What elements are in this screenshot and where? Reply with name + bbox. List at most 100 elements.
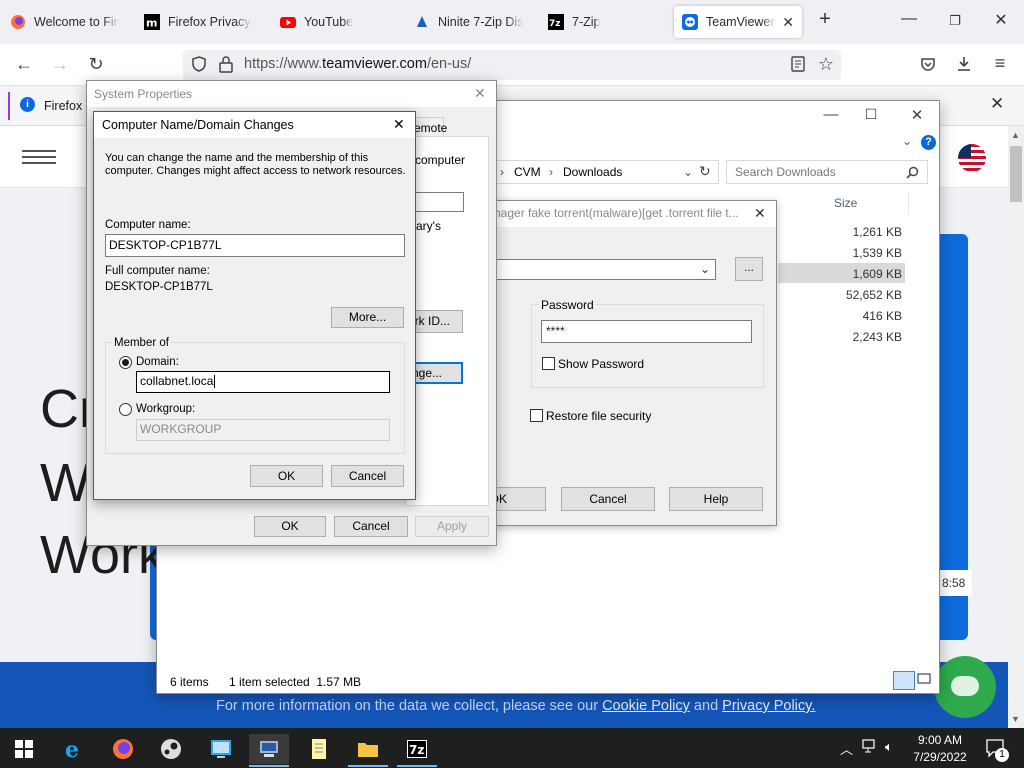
svg-text:e: e: [65, 737, 79, 761]
firefox-taskbar-icon[interactable]: [103, 734, 143, 764]
close-tab-icon[interactable]: ✕: [782, 14, 794, 31]
file-select-dropdown[interactable]: [480, 259, 716, 280]
clock-date[interactable]: 7/29/2022: [908, 750, 972, 764]
intro-text-line2: computer. Changes might affect access to…: [105, 165, 406, 177]
file-size: 1,609 KB: [852, 267, 902, 281]
bookmark-star-icon[interactable]: ☆: [814, 53, 838, 75]
download-icon[interactable]: [955, 55, 973, 73]
column-header-size[interactable]: Size: [834, 196, 857, 210]
page-scrollbar[interactable]: [1008, 126, 1024, 728]
help-icon[interactable]: ?: [921, 135, 936, 150]
sysprop-apply-button[interactable]: Apply: [415, 516, 489, 537]
breadcrumb-cvm[interactable]: CVM: [514, 165, 541, 179]
chat-bubble-icon[interactable]: [934, 656, 996, 718]
workgroup-input[interactable]: WORKGROUP: [136, 419, 390, 441]
hero-timestamp: 8:58: [942, 576, 966, 590]
clock-time[interactable]: 9:00 AM: [912, 733, 968, 747]
computer-name-dialog-title: Computer Name/Domain Changes: [102, 118, 294, 132]
notepad-icon[interactable]: [299, 734, 339, 764]
close-icon[interactable]: ✕: [393, 116, 405, 133]
tab-ninite[interactable]: Ninite 7-Zip Discord: [406, 6, 532, 38]
backup-help-button[interactable]: Help: [669, 487, 763, 511]
internet-explorer-icon[interactable]: e: [55, 734, 95, 764]
member-of-label: Member of: [112, 337, 171, 349]
ribbon-expand-icon[interactable]: ⌄: [902, 134, 912, 148]
chevron-down-icon[interactable]: ⌄: [700, 262, 710, 276]
refresh-icon[interactable]: ↻: [699, 163, 711, 180]
domain-input[interactable]: collabnet.loca: [136, 371, 390, 393]
svg-text:7z: 7z: [409, 743, 424, 757]
computer-name-cancel-button[interactable]: Cancel: [331, 465, 404, 487]
computer-name-input[interactable]: DESKTOP-CP1B77L: [105, 234, 405, 257]
explorer-minimize-button[interactable]: —: [816, 106, 846, 123]
new-tab-button[interactable]: +: [810, 8, 840, 31]
file-size: 416 KB: [862, 309, 902, 323]
scrollbar-thumb[interactable]: [1010, 146, 1022, 202]
volume-icon[interactable]: 🔈︎: [885, 739, 893, 755]
url-text[interactable]: https://www.teamviewer.com/en-us/: [244, 56, 471, 72]
close-notification-icon[interactable]: ✕: [990, 94, 1004, 114]
tab-youtube[interactable]: YouTube: [272, 6, 396, 38]
domain-radio[interactable]: [119, 356, 132, 369]
reload-icon[interactable]: ↻: [84, 53, 108, 75]
tab-label: YouTube: [304, 15, 354, 29]
computer-description-input[interactable]: [410, 192, 464, 212]
privacy-policy-link[interactable]: Privacy Policy.: [722, 698, 815, 714]
windows-start-icon[interactable]: [4, 734, 44, 764]
workgroup-radio[interactable]: [119, 403, 132, 416]
us-flag-icon[interactable]: [958, 144, 986, 172]
scroll-up-icon[interactable]: ▲: [1011, 130, 1020, 140]
more-button[interactable]: More...: [331, 307, 404, 328]
remote-desktop-icon[interactable]: [201, 734, 241, 764]
steam-icon[interactable]: [151, 734, 191, 764]
details-view-icon[interactable]: [893, 671, 915, 690]
restore-security-checkbox[interactable]: [530, 409, 543, 422]
sysprop-ok-button[interactable]: OK: [254, 516, 326, 537]
tab-label: Firefox Privacy Notice: [168, 15, 252, 29]
site-menu-icon[interactable]: [22, 145, 56, 167]
svg-text:m: m: [146, 17, 157, 30]
password-group: [531, 304, 764, 388]
forward-arrow-icon[interactable]: →: [48, 53, 72, 75]
tab-label: TeamViewer: The: [706, 15, 777, 29]
tab-label: Welcome to Firefox: [34, 15, 120, 29]
shield-icon[interactable]: [190, 55, 208, 73]
chevron-up-icon[interactable]: ︿: [840, 739, 853, 758]
cookie-policy-link[interactable]: Cookie Policy: [602, 698, 690, 714]
close-icon[interactable]: ✕: [754, 205, 766, 222]
active-app-indicator: [249, 765, 289, 767]
explorer-close-button[interactable]: ✕: [902, 106, 932, 124]
search-icon[interactable]: [906, 166, 919, 179]
intro-text-line1: You can change the name and the membersh…: [105, 152, 369, 164]
chevron-down-icon[interactable]: ⌄: [683, 165, 693, 179]
file-explorer-icon[interactable]: [348, 734, 388, 764]
sysprop-cancel-button[interactable]: Cancel: [334, 516, 408, 537]
computer-name-ok-button[interactable]: OK: [250, 465, 323, 487]
tab-teamviewer[interactable]: TeamViewer: The ✕: [674, 6, 802, 38]
minimize-button[interactable]: —: [894, 10, 924, 28]
large-icons-view-icon[interactable]: [916, 671, 934, 690]
close-window-button[interactable]: ✕: [986, 10, 1016, 30]
tab-7zip[interactable]: 7z 7-Zip: [540, 6, 664, 38]
tab-welcome-firefox[interactable]: Welcome to Firefox: [2, 6, 128, 38]
browse-button[interactable]: ...: [735, 257, 763, 281]
reader-view-icon[interactable]: [790, 56, 806, 72]
breadcrumb-separator-icon: ›: [500, 165, 504, 179]
7zip-taskbar-icon[interactable]: 7z: [397, 734, 437, 764]
tab-firefox-privacy[interactable]: m Firefox Privacy Notice: [136, 6, 260, 38]
password-input[interactable]: ****: [541, 320, 752, 343]
pocket-icon[interactable]: [920, 56, 936, 72]
network-icon[interactable]: [862, 738, 878, 757]
lock-icon[interactable]: [218, 55, 234, 73]
restore-button[interactable]: ❐: [940, 13, 970, 29]
close-icon[interactable]: ✕: [474, 85, 486, 102]
explorer-maximize-button[interactable]: ☐: [856, 106, 886, 123]
scroll-down-icon[interactable]: ▼: [1011, 714, 1020, 724]
backup-cancel-button[interactable]: Cancel: [561, 487, 655, 511]
hamburger-menu-icon[interactable]: ≡: [988, 52, 1012, 74]
firefox-icon: [10, 14, 26, 30]
system-computer-icon[interactable]: [249, 734, 289, 764]
breadcrumb-downloads[interactable]: Downloads: [563, 165, 622, 179]
back-arrow-icon[interactable]: ←: [12, 53, 36, 75]
show-password-checkbox[interactable]: [542, 357, 555, 370]
